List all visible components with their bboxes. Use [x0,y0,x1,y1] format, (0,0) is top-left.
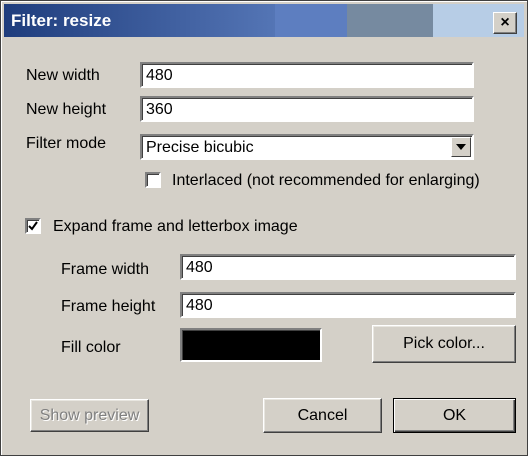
title-bar-gradient-3 [347,4,433,37]
filter-resize-dialog: Filter: resize × New width 480 New heigh… [0,0,528,456]
filter-mode-select[interactable]: Precise bicubic [140,134,474,160]
expand-frame-label: Expand frame and letterbox image [53,218,298,235]
close-icon: × [500,14,510,31]
window-title: Filter: resize [11,11,112,30]
dropdown-button[interactable] [451,137,471,157]
close-button[interactable]: × [493,12,517,34]
checkmark-icon [28,221,38,231]
filter-mode-label: Filter mode [26,135,107,152]
title-bar-gradient-2 [275,4,347,37]
interlaced-checkbox[interactable] [145,172,161,188]
fill-color-swatch [180,328,322,362]
ok-button[interactable]: OK [393,398,516,433]
frame-height-label: Frame height [61,298,156,315]
cancel-button[interactable]: Cancel [263,398,382,433]
new-height-input[interactable]: 360 [140,96,474,122]
fill-color-label: Fill color [61,339,121,356]
new-width-label: New width [26,67,100,84]
frame-width-input[interactable]: 480 [180,254,516,280]
frame-width-label: Frame width [61,261,150,278]
pick-color-button[interactable]: Pick color... [372,325,516,363]
filter-mode-value: Precise bicubic [146,139,254,156]
new-width-input[interactable]: 480 [140,62,474,88]
new-height-label: New height [26,101,107,118]
interlaced-label: Interlaced (not recommended for enlargin… [172,172,480,189]
chevron-down-icon [456,144,466,150]
show-preview-button[interactable]: Show preview [30,399,149,432]
title-bar: Filter: resize × [4,4,524,37]
expand-frame-checkbox[interactable] [25,218,41,234]
frame-height-input[interactable]: 480 [180,292,516,318]
